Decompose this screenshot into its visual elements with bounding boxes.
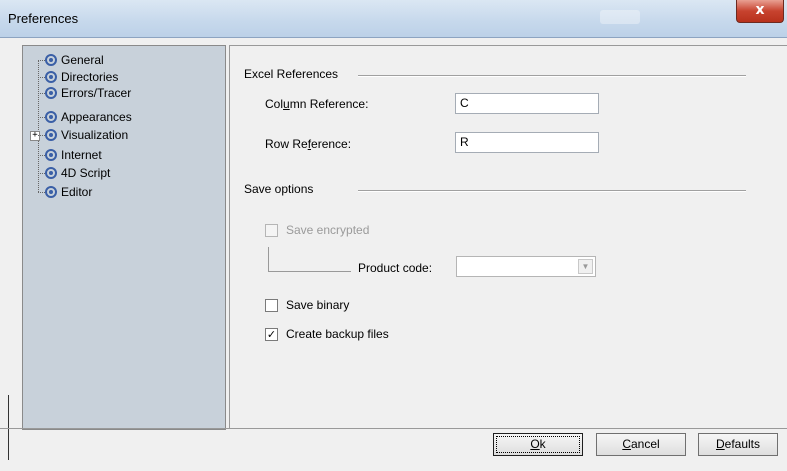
tree-item-label: Errors/Tracer [61, 86, 132, 100]
settings-node-icon [45, 111, 57, 123]
title-bar: Preferences x [0, 0, 787, 38]
row-reference-input[interactable]: R [455, 132, 599, 153]
save-encrypted-checkbox[interactable] [265, 224, 278, 237]
row-reference-label: Row Reference: [265, 137, 352, 151]
settings-node-icon [45, 167, 57, 179]
settings-node-icon [45, 71, 57, 83]
defaults-button[interactable]: Defaults [698, 433, 778, 456]
cancel-button[interactable]: Cancel [596, 433, 686, 456]
tree-connector [38, 192, 45, 193]
create-backup-checkbox[interactable]: ✓ [265, 328, 278, 341]
title-bar-glare [600, 10, 640, 24]
tree-item-directories[interactable]: Directories [45, 69, 118, 85]
tree-item-general[interactable]: General [45, 52, 104, 68]
tree-item-4d-script[interactable]: 4D Script [45, 165, 110, 181]
chevron-down-icon[interactable]: ▼ [578, 259, 593, 274]
settings-node-icon [45, 54, 57, 66]
column-reference-label: Column Reference: [265, 97, 369, 111]
save-binary-label: Save binary [286, 298, 350, 312]
product-code-bracket [268, 247, 351, 272]
tree-item-label: 4D Script [61, 166, 111, 180]
tree-item-label: Appearances [61, 110, 132, 124]
product-code-label: Product code: [358, 261, 433, 275]
tree-item-label: Editor [61, 185, 93, 199]
tree-item-label: General [61, 53, 104, 67]
settings-node-icon [45, 186, 57, 198]
tree-connector [38, 93, 45, 94]
tree-item-errors-tracer[interactable]: Errors/Tracer [45, 85, 131, 101]
tree-connector [38, 173, 45, 174]
tree-connector [38, 135, 45, 136]
close-button[interactable]: x [736, 0, 784, 23]
tree-item-internet[interactable]: Internet [45, 147, 102, 163]
excel-references-title: Excel References [244, 67, 347, 81]
expand-toggle-icon[interactable]: + [30, 131, 40, 141]
tree-item-editor[interactable]: Editor [45, 184, 92, 200]
settings-node-icon [45, 87, 57, 99]
tree-connector [38, 117, 45, 118]
group-separator [358, 75, 746, 77]
close-icon: x [755, 2, 765, 18]
settings-node-icon [45, 129, 57, 141]
tree-item-appearances[interactable]: Appearances [45, 109, 132, 125]
save-binary-checkbox[interactable] [265, 299, 278, 312]
tree-connector [38, 155, 45, 156]
tree-connector [38, 77, 45, 78]
tree-item-visualization[interactable]: Visualization [45, 127, 128, 143]
product-code-combo[interactable]: ▼ [456, 256, 596, 277]
checkmark-icon: ✓ [266, 328, 277, 341]
tree-item-label: Directories [61, 70, 119, 84]
ok-button[interactable]: Ok [493, 433, 583, 456]
group-separator [358, 190, 746, 192]
tree-item-label: Visualization [61, 128, 129, 142]
preferences-tree [22, 45, 226, 430]
tree-item-label: Internet [61, 148, 102, 162]
save-encrypted-label: Save encrypted [286, 223, 370, 237]
create-backup-label: Create backup files [286, 327, 389, 341]
tree-connector [38, 60, 45, 61]
save-options-title: Save options [244, 182, 322, 196]
column-reference-input[interactable]: C [455, 93, 599, 114]
window-title: Preferences [8, 11, 79, 26]
settings-node-icon [45, 149, 57, 161]
